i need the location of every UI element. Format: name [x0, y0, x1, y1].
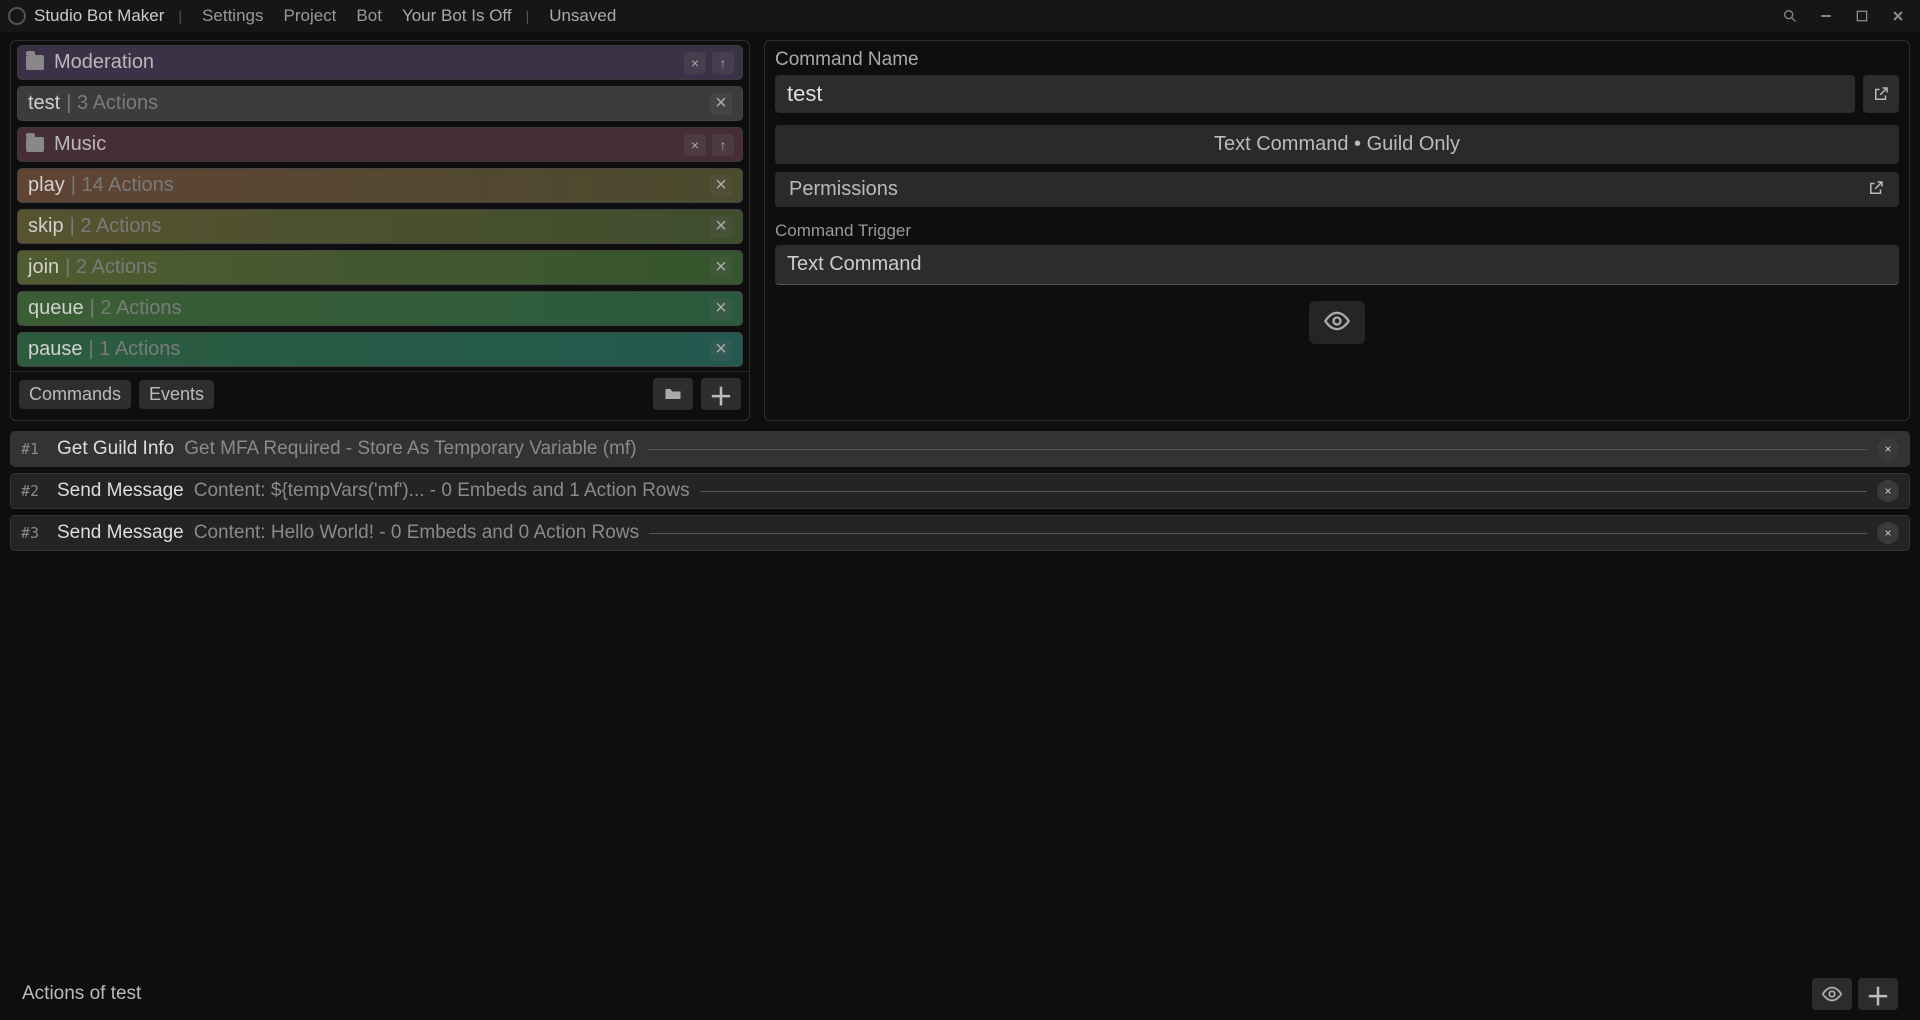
actions-preview-button[interactable] — [1812, 978, 1852, 1010]
action-title: Send Message — [57, 522, 184, 544]
add-action-button[interactable]: ＋ — [1858, 978, 1898, 1010]
permissions-row[interactable]: Permissions — [775, 172, 1899, 207]
folder-label: Music — [54, 133, 106, 156]
command-close-icon[interactable]: × — [710, 93, 732, 115]
tab-events[interactable]: Events — [139, 380, 214, 409]
permissions-label: Permissions — [789, 178, 898, 201]
actions-footer-label: Actions of test — [22, 983, 141, 1005]
action-close-icon[interactable]: × — [1877, 438, 1899, 460]
command-meta: | 2 Actions — [70, 215, 162, 238]
action-detail: Content: ${tempVars('mf')... - 0 Embeds … — [194, 480, 690, 502]
folder-collapse-icon[interactable]: ↑ — [712, 52, 734, 74]
trigger-select[interactable]: Text Command — [775, 245, 1899, 285]
command-item-skip[interactable]: skip | 2 Actions × — [17, 209, 743, 244]
command-editor: Command Name Text Command • Guild Only P… — [764, 40, 1910, 421]
command-close-icon[interactable]: × — [710, 175, 732, 197]
actions-footer: Actions of test ＋ — [10, 968, 1910, 1020]
actions-list: #1 Get Guild Info Get MFA Required - Sto… — [10, 431, 1910, 551]
action-divider — [700, 491, 1867, 492]
command-meta: | 2 Actions — [65, 256, 157, 279]
status-save: Unsaved — [549, 6, 616, 26]
action-close-icon[interactable]: × — [1877, 480, 1899, 502]
action-item[interactable]: #2 Send Message Content: ${tempVars('mf'… — [10, 473, 1910, 509]
command-meta: | 3 Actions — [66, 92, 158, 115]
command-name-input[interactable] — [775, 75, 1855, 113]
command-name: test — [28, 92, 60, 115]
status-bot: Your Bot Is Off — [402, 6, 512, 26]
command-close-icon[interactable]: × — [710, 298, 732, 320]
command-item-queue[interactable]: queue | 2 Actions × — [17, 291, 743, 326]
action-item[interactable]: #1 Get Guild Info Get MFA Required - Sto… — [10, 431, 1910, 467]
action-index: #2 — [21, 482, 47, 500]
action-detail: Content: Hello World! - 0 Embeds and 0 A… — [194, 522, 639, 544]
separator: | — [526, 8, 530, 24]
commands-list[interactable]: Moderation × ↑ test | 3 Actions × Music — [11, 41, 749, 371]
command-item-test[interactable]: test | 3 Actions × — [17, 86, 743, 121]
action-item[interactable]: #3 Send Message Content: Hello World! - … — [10, 515, 1910, 551]
open-external-icon — [1867, 179, 1885, 200]
action-close-icon[interactable]: × — [1877, 522, 1899, 544]
titlebar: Studio Bot Maker | Settings Project Bot … — [0, 0, 1920, 32]
command-close-icon[interactable]: × — [710, 216, 732, 238]
menu-project[interactable]: Project — [277, 4, 342, 28]
app-name: Studio Bot Maker — [34, 6, 164, 26]
command-close-icon[interactable]: × — [710, 339, 732, 361]
folder-icon — [26, 137, 44, 152]
command-meta: | 1 Actions — [89, 338, 181, 361]
action-divider — [647, 449, 1867, 450]
new-folder-button[interactable] — [653, 378, 693, 410]
command-meta: | 2 Actions — [90, 297, 182, 320]
action-index: #3 — [21, 524, 47, 542]
command-item-join[interactable]: join | 2 Actions × — [17, 250, 743, 285]
folder-icon — [26, 55, 44, 70]
tab-commands[interactable]: Commands — [19, 380, 131, 409]
window-maximize-icon[interactable] — [1848, 6, 1876, 26]
separator: | — [178, 8, 182, 24]
command-name: skip — [28, 215, 64, 238]
command-name: join — [28, 256, 59, 279]
command-name: queue — [28, 297, 84, 320]
open-external-icon[interactable] — [1863, 75, 1899, 113]
folder-moderation[interactable]: Moderation × ↑ — [17, 45, 743, 80]
command-name-label: Command Name — [775, 49, 1899, 71]
command-meta: | 14 Actions — [71, 174, 174, 197]
command-name: play — [28, 174, 65, 197]
folder-label: Moderation — [54, 51, 154, 74]
folder-music[interactable]: Music × ↑ — [17, 127, 743, 162]
action-title: Send Message — [57, 480, 184, 502]
command-item-play[interactable]: play | 14 Actions × — [17, 168, 743, 203]
trigger-label: Command Trigger — [775, 221, 1899, 241]
action-detail: Get MFA Required - Store As Temporary Va… — [184, 438, 636, 460]
preview-button[interactable] — [1309, 301, 1365, 344]
command-type-pill[interactable]: Text Command • Guild Only — [775, 125, 1899, 164]
commands-tabbar: Commands Events ＋ — [11, 371, 749, 416]
action-divider — [649, 533, 1867, 534]
folder-close-icon[interactable]: × — [684, 52, 706, 74]
action-title: Get Guild Info — [57, 438, 174, 460]
add-command-button[interactable]: ＋ — [701, 378, 741, 410]
search-icon[interactable] — [1776, 6, 1804, 26]
command-close-icon[interactable]: × — [710, 257, 732, 279]
folder-close-icon[interactable]: × — [684, 134, 706, 156]
action-index: #1 — [21, 440, 47, 458]
actions-panel: #1 Get Guild Info Get MFA Required - Sto… — [0, 421, 1920, 1020]
command-name: pause — [28, 338, 83, 361]
menu-settings[interactable]: Settings — [196, 4, 269, 28]
window-close-icon[interactable] — [1884, 6, 1912, 26]
command-item-pause[interactable]: pause | 1 Actions × — [17, 332, 743, 367]
window-minimize-icon[interactable] — [1812, 6, 1840, 26]
menu-bot[interactable]: Bot — [350, 4, 388, 28]
commands-panel: Moderation × ↑ test | 3 Actions × Music — [10, 40, 750, 421]
app-icon — [8, 7, 26, 25]
folder-collapse-icon[interactable]: ↑ — [712, 134, 734, 156]
